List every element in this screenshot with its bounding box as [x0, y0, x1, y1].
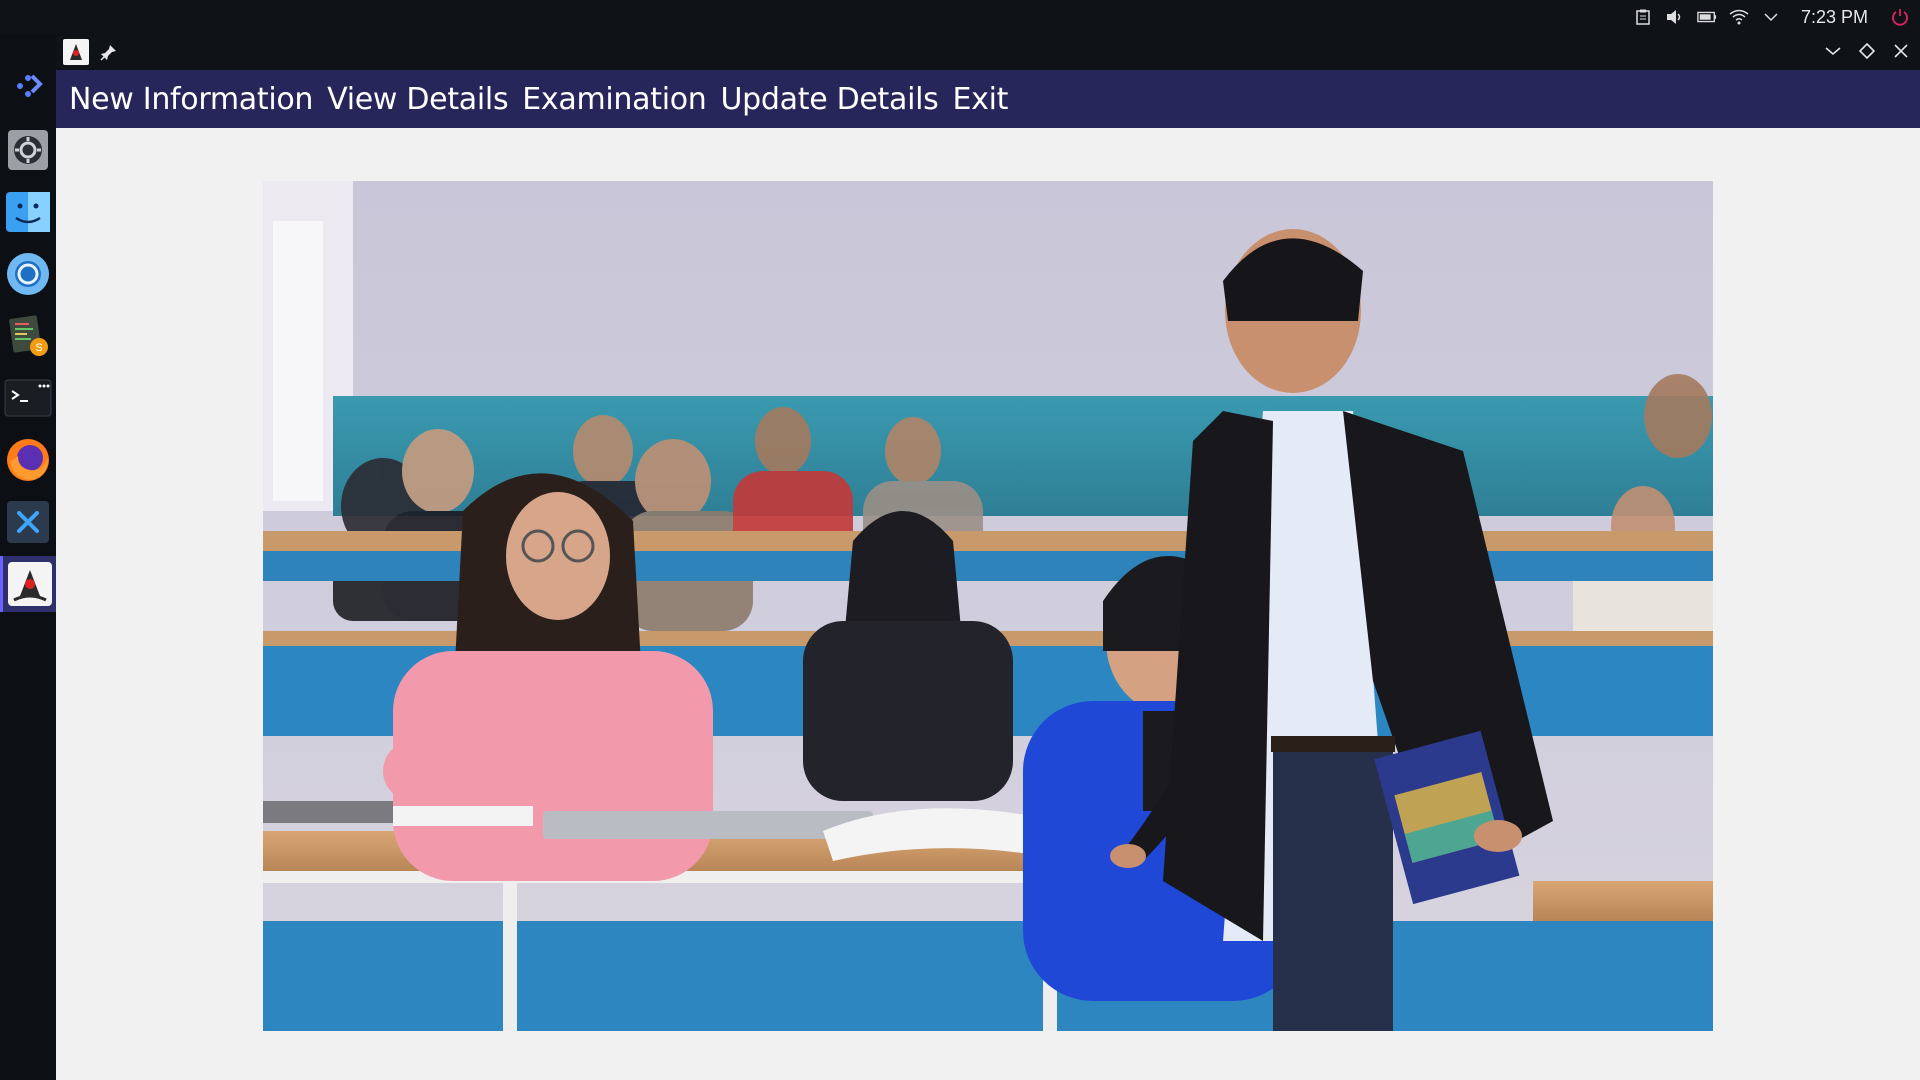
- menu-view-details[interactable]: View Details: [320, 82, 515, 117]
- pin-icon[interactable]: [100, 43, 118, 61]
- menu-update-details[interactable]: Update Details: [714, 82, 946, 117]
- main-content: [56, 128, 1920, 1080]
- close-icon[interactable]: [1890, 40, 1912, 62]
- java-app-icon[interactable]: [0, 556, 56, 612]
- maximize-icon[interactable]: [1856, 40, 1878, 62]
- browser-icon[interactable]: [0, 246, 56, 302]
- chevron-down-icon[interactable]: [1761, 7, 1781, 27]
- terminal-icon[interactable]: [0, 370, 56, 426]
- minimize-icon[interactable]: [1822, 40, 1844, 62]
- launcher-icon[interactable]: [0, 58, 56, 114]
- vscode-icon[interactable]: [0, 494, 56, 550]
- svg-text:S: S: [35, 342, 42, 354]
- application-dock: S: [0, 34, 57, 1080]
- menu-bar: New Information View Details Examination…: [56, 70, 1920, 128]
- menu-exit[interactable]: Exit: [946, 82, 1016, 117]
- window-title-bar: [56, 34, 1920, 70]
- system-top-bar: 7:23 PM: [0, 0, 1920, 34]
- clock[interactable]: 7:23 PM: [1801, 7, 1868, 28]
- power-icon[interactable]: [1890, 7, 1910, 27]
- system-settings-icon[interactable]: [0, 122, 56, 178]
- code-editor-icon[interactable]: S: [0, 308, 56, 364]
- volume-icon[interactable]: [1665, 7, 1685, 27]
- menu-examination[interactable]: Examination: [515, 82, 713, 117]
- menu-new-information[interactable]: New Information: [62, 82, 320, 117]
- finder-icon[interactable]: [0, 184, 56, 240]
- wifi-icon[interactable]: [1729, 7, 1749, 27]
- app-icon: [62, 38, 90, 66]
- classroom-photo: [263, 181, 1713, 1031]
- clipboard-icon[interactable]: [1633, 7, 1653, 27]
- firefox-icon[interactable]: [0, 432, 56, 488]
- battery-icon[interactable]: [1697, 7, 1717, 27]
